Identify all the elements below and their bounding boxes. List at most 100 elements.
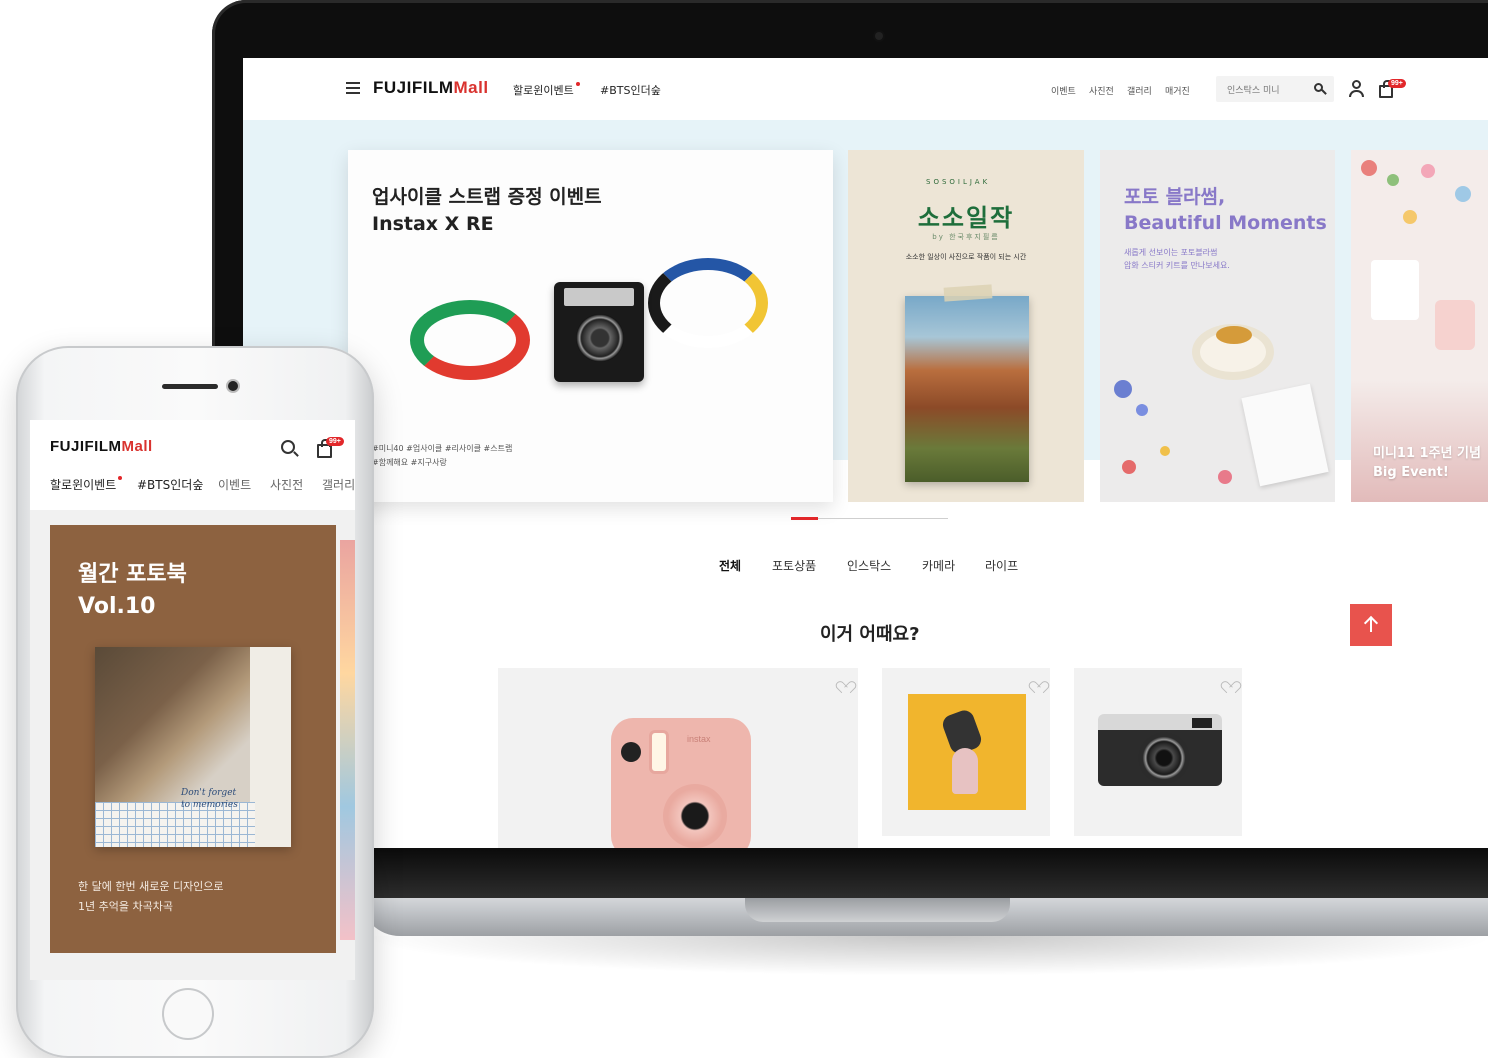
- postcard-image: [1241, 383, 1329, 487]
- laptop-hinge: [360, 850, 1488, 898]
- note-line1: Don't forget: [181, 788, 237, 798]
- mobile-tab-gallery[interactable]: 갤러리: [322, 476, 355, 493]
- mobile-logo[interactable]: FUJIFILMMall: [50, 438, 153, 455]
- tab-photo-goods[interactable]: 포토상품: [772, 557, 816, 574]
- camera-brand-label: instax: [687, 734, 711, 744]
- heart-icon[interactable]: [1224, 676, 1236, 687]
- flower-icon: [1136, 404, 1148, 416]
- flower-icon: [1160, 446, 1170, 456]
- strap-image: [410, 300, 530, 380]
- photobook-sub-line1: 한 달에 한번 새로운 디자인으로: [78, 880, 224, 893]
- photobook-title-line2: Vol.10: [78, 594, 156, 619]
- photo-sub-line2: 압화 스티커 키트를 만나보세요.: [1124, 261, 1230, 270]
- menu-icon[interactable]: [346, 82, 360, 94]
- mobile-tab-exhibition[interactable]: 사진전: [270, 476, 303, 493]
- soso-by: by 한국후지필름: [932, 233, 1000, 241]
- hero-title-line2: Instax X RE: [372, 213, 494, 235]
- flower-icon: [1218, 470, 1232, 484]
- mini11-title: 미니11 1주년 기념 Big Event!: [1373, 444, 1481, 482]
- section-title: 이거 어때요?: [820, 624, 920, 645]
- nav-event[interactable]: 이벤트: [1051, 84, 1076, 97]
- photobook-title: 월간 포토북 Vol.10: [78, 559, 187, 623]
- tab-life[interactable]: 라이프: [985, 557, 1018, 574]
- mobile-tab-halloween[interactable]: 할로윈이벤트: [50, 476, 123, 493]
- search-placeholder: 인스탁스 미니: [1227, 86, 1280, 96]
- tab-camera[interactable]: 카메라: [922, 557, 955, 574]
- logo-mall: Mall: [121, 438, 153, 455]
- photobook-title-line1: 월간 포토북: [78, 562, 187, 587]
- nav-bts[interactable]: #BTS인더숲: [600, 82, 661, 98]
- photobook-card[interactable]: 월간 포토북 Vol.10 Don't forget to memories 한…: [50, 525, 336, 953]
- nav-halloween[interactable]: 할로윈이벤트: [513, 82, 580, 98]
- hero-card-sosoiljak[interactable]: SOSOILJAK 소소일작 by 한국후지필름 소소한 일상이 사진으로 작품…: [848, 150, 1084, 502]
- user-icon-body: [1349, 90, 1364, 97]
- tea-image: [1216, 326, 1252, 344]
- sticker-icon: [1421, 164, 1435, 178]
- sticker-icon: [1387, 174, 1399, 186]
- photobook-subtitle: 한 달에 한번 새로운 디자인으로 1년 추억을 차곡차곡: [78, 877, 224, 917]
- scroll-top-button[interactable]: [1350, 604, 1392, 646]
- note-line2: to memories: [181, 800, 238, 810]
- cart-icon[interactable]: [317, 439, 332, 458]
- next-card-peek[interactable]: [340, 540, 355, 940]
- nav-magazine[interactable]: 매거진: [1165, 84, 1190, 97]
- mobile-tab-bts[interactable]: #BTS인더숲: [137, 476, 203, 493]
- cart-badge: 99+: [1388, 79, 1406, 88]
- nav-halloween-label: 할로윈이벤트: [513, 84, 574, 97]
- ice-cream-art-image: [908, 694, 1026, 810]
- instax-pink-camera-image: instax: [611, 718, 751, 848]
- hero-tags-line2: #함께해요 #지구사랑: [372, 458, 447, 467]
- heart-icon[interactable]: [839, 676, 851, 687]
- hero-tags-line1: #미니40 #업사이클 #리사이클 #스트랩: [372, 444, 513, 453]
- photo-title-line1: 포토 블라썸,: [1124, 186, 1226, 208]
- tab-all[interactable]: 전체: [719, 557, 741, 574]
- photo-title-line2: Beautiful Moments: [1124, 212, 1327, 234]
- laptop-camera: [875, 32, 883, 40]
- x100-camera-image: [1098, 714, 1222, 786]
- sticker-sheet-image: [1435, 300, 1475, 350]
- hero-card-photo-blossom[interactable]: 포토 블라썸, Beautiful Moments 새롭게 선보이는 포토블라썸…: [1100, 150, 1335, 502]
- home-button[interactable]: [162, 988, 214, 1040]
- user-icon[interactable]: [1349, 80, 1364, 98]
- search-icon[interactable]: [281, 440, 295, 454]
- phone-camera: [228, 381, 238, 391]
- camera-viewfinder: [621, 742, 641, 762]
- photobook-sub-line2: 1년 추억을 차곡차곡: [78, 900, 173, 913]
- hero-tags: #미니40 #업사이클 #리사이클 #스트랩 #함께해요 #지구사랑: [372, 442, 552, 470]
- camera-lens: [663, 784, 727, 848]
- nav-gallery[interactable]: 갤러리: [1127, 84, 1152, 97]
- soso-title: 소소일작: [917, 204, 1015, 232]
- site-logo[interactable]: FUJIFILMMall: [373, 78, 489, 98]
- handwritten-note: Don't forget to memories: [181, 787, 238, 811]
- logo-mall: Mall: [453, 78, 489, 97]
- mobile-tab-event[interactable]: 이벤트: [218, 476, 251, 493]
- search-input[interactable]: 인스탁스 미니: [1216, 76, 1334, 102]
- cart-badge: 99+: [326, 437, 344, 446]
- logo-text: FUJIFILM: [373, 78, 454, 97]
- canyon-photo: [905, 296, 1029, 482]
- site-header: FUJIFILMMall 할로윈이벤트 #BTS인더숲 이벤트 사진전 갤러리 …: [243, 58, 1488, 120]
- notebook-image: [1371, 260, 1419, 320]
- photo-sub-line1: 새롭게 선보이는 포토블라썸: [1124, 248, 1218, 257]
- camera-lens: [576, 314, 624, 362]
- hero-title-line1: 업사이클 스트랩 증정 이벤트: [372, 186, 602, 208]
- sticker-icon: [1403, 210, 1417, 224]
- product-card-art[interactable]: [882, 668, 1050, 836]
- hero-card-mini11[interactable]: 미니11 1주년 기념 Big Event!: [1351, 150, 1488, 502]
- camera-viewfinder: [1192, 718, 1212, 728]
- hero-card-upcycle[interactable]: 업사이클 스트랩 증정 이벤트 Instax X RE #미니40 #업사이클 …: [348, 150, 833, 502]
- search-icon[interactable]: [1314, 83, 1323, 92]
- product-card-x100[interactable]: [1074, 668, 1242, 836]
- laptop-notch: [745, 898, 1010, 922]
- logo-text: FUJIFILM: [50, 438, 122, 455]
- slider-indicator: [791, 517, 818, 520]
- flower-icon: [1122, 460, 1136, 474]
- tab-instax[interactable]: 인스탁스: [847, 557, 891, 574]
- nav-exhibition[interactable]: 사진전: [1089, 84, 1114, 97]
- phone-speaker: [162, 384, 218, 389]
- soso-arc-text: SOSOILJAK: [926, 178, 991, 186]
- heart-icon[interactable]: [1032, 676, 1044, 687]
- product-card-instax[interactable]: instax: [498, 668, 858, 848]
- mobile-tab-halloween-label: 할로윈이벤트: [50, 478, 117, 492]
- flower-icon: [1114, 380, 1132, 398]
